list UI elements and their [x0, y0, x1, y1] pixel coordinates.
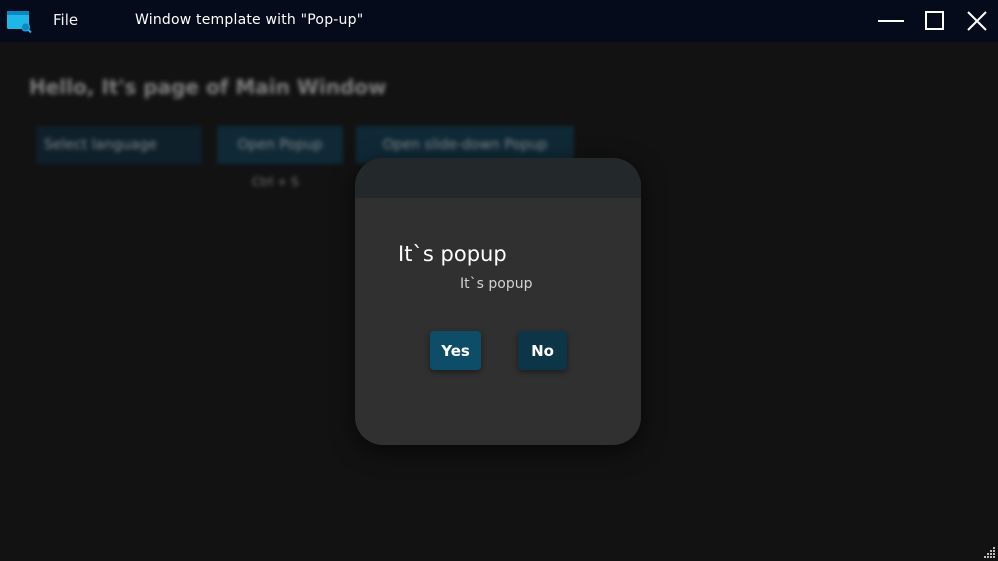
- open-popup-button[interactable]: Open Popup: [217, 126, 343, 164]
- yes-button[interactable]: Yes: [430, 331, 481, 370]
- popup-message: It`s popup: [460, 276, 533, 292]
- popup-dialog: It`s popup It`s popup Yes No: [355, 158, 641, 445]
- minimize-icon: [878, 20, 904, 22]
- shortcut-hint: Ctrl + S: [252, 175, 299, 189]
- maximize-icon: [925, 11, 944, 30]
- language-select[interactable]: Select language: [36, 126, 202, 164]
- minimize-button[interactable]: [874, 6, 908, 36]
- close-icon: [967, 11, 987, 31]
- maximize-button[interactable]: [918, 6, 952, 36]
- popup-title: It`s popup: [398, 242, 507, 266]
- page-title: Hello, It's page of Main Window: [29, 75, 387, 99]
- window-title: Window template with "Pop-up": [135, 12, 364, 28]
- menu-file[interactable]: File: [53, 11, 78, 29]
- window-app-icon: [6, 9, 32, 34]
- main-window: File Window template with "Pop-up" Hello…: [0, 0, 998, 561]
- title-bar: File Window template with "Pop-up": [0, 0, 998, 42]
- no-button[interactable]: No: [518, 331, 567, 370]
- close-button[interactable]: [960, 6, 994, 36]
- resize-grip-icon[interactable]: [982, 545, 996, 559]
- popup-header: [355, 158, 641, 198]
